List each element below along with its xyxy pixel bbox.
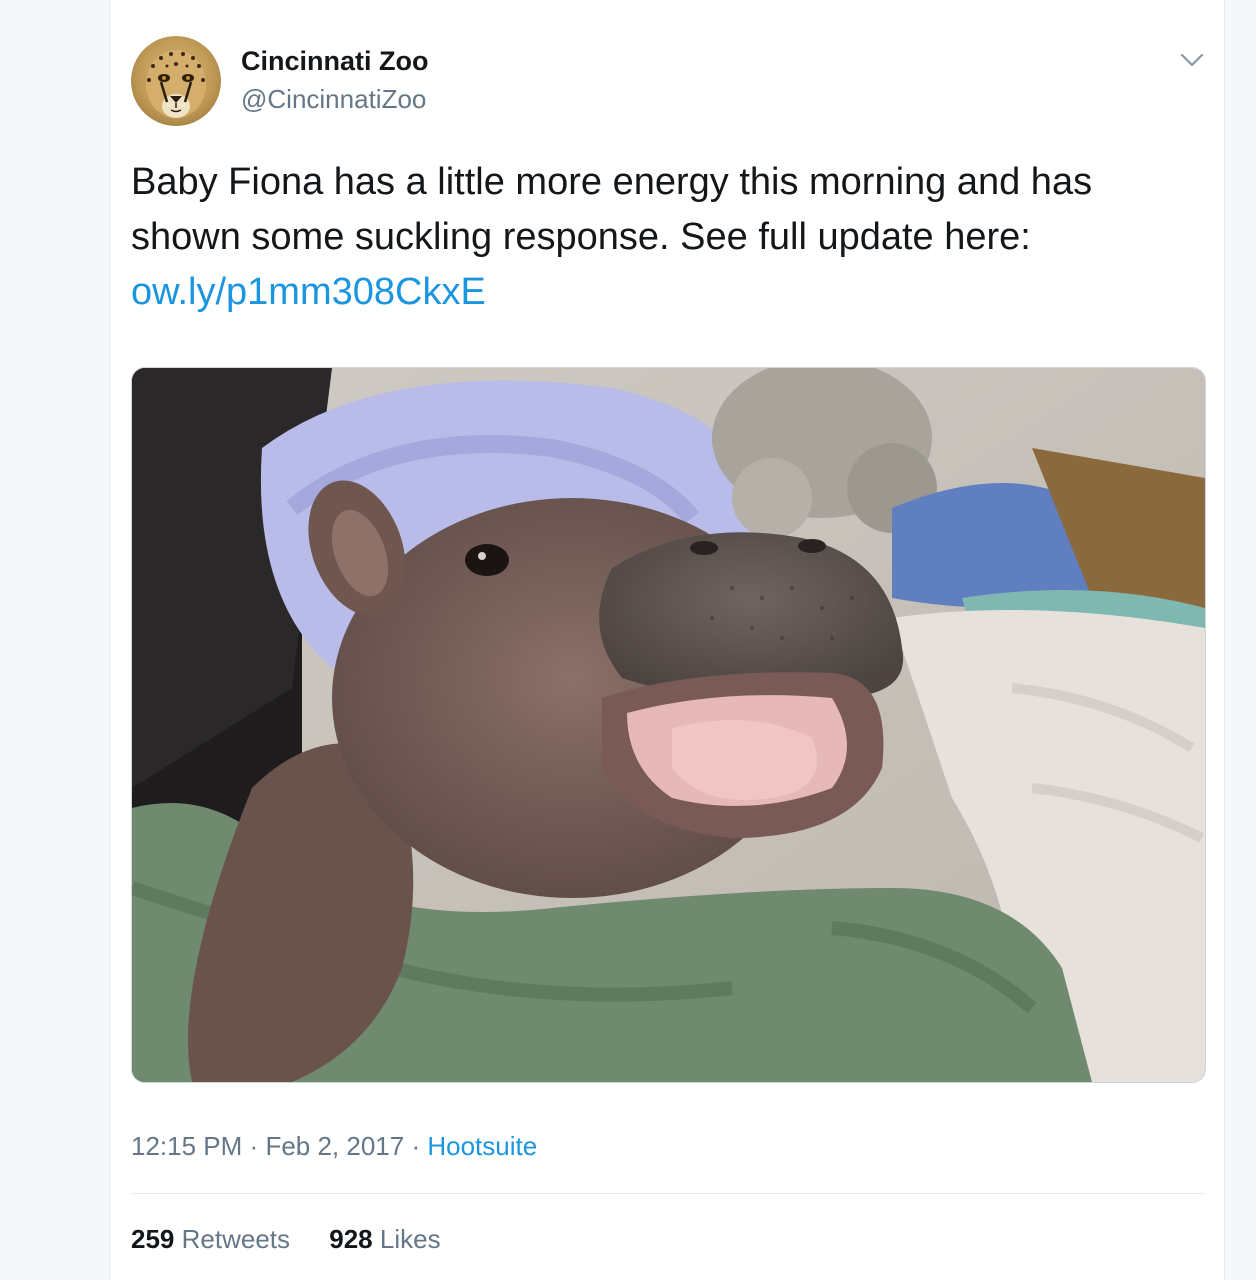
author-handle[interactable]: @CincinnatiZoo [241,84,426,115]
divider [131,1193,1206,1194]
chevron-down-icon [1180,53,1204,67]
page-background: Cincinnati Zoo @CincinnatiZoo Baby Fiona… [0,0,1256,1280]
tweet-link[interactable]: ow.ly/p1mm308CkxE [131,271,486,313]
baby-hippo-photo-icon [132,368,1205,1082]
tweet-stats: 259 Retweets 928 Likes [131,1224,473,1255]
tweet-text: Baby Fiona has a little more energy this… [131,155,1211,320]
likes-count: 928 [329,1224,373,1254]
more-options-button[interactable] [1178,46,1206,74]
avatar[interactable] [131,36,221,126]
meta-separator: · [249,1131,259,1161]
tweet-card: Cincinnati Zoo @CincinnatiZoo Baby Fiona… [109,0,1225,1280]
meta-separator: · [411,1131,421,1161]
likes-label: Likes [379,1224,441,1254]
tweet-source-link[interactable]: Hootsuite [427,1131,537,1161]
author-name[interactable]: Cincinnati Zoo [241,46,428,77]
tweet-meta: 12:15 PM · Feb 2, 2017 · Hootsuite [131,1131,537,1162]
retweets-count: 259 [131,1224,175,1254]
tweet-body: Baby Fiona has a little more energy this… [131,161,1093,258]
retweets-label: Retweets [181,1224,291,1254]
likes-stat[interactable]: 928 Likes [329,1224,440,1254]
retweets-stat[interactable]: 259 Retweets [131,1224,297,1254]
tweet-photo[interactable] [131,367,1206,1083]
tweet-date[interactable]: Feb 2, 2017 [265,1131,404,1161]
tweet-time[interactable]: 12:15 PM [131,1131,242,1161]
cheetah-avatar-icon [146,50,206,118]
